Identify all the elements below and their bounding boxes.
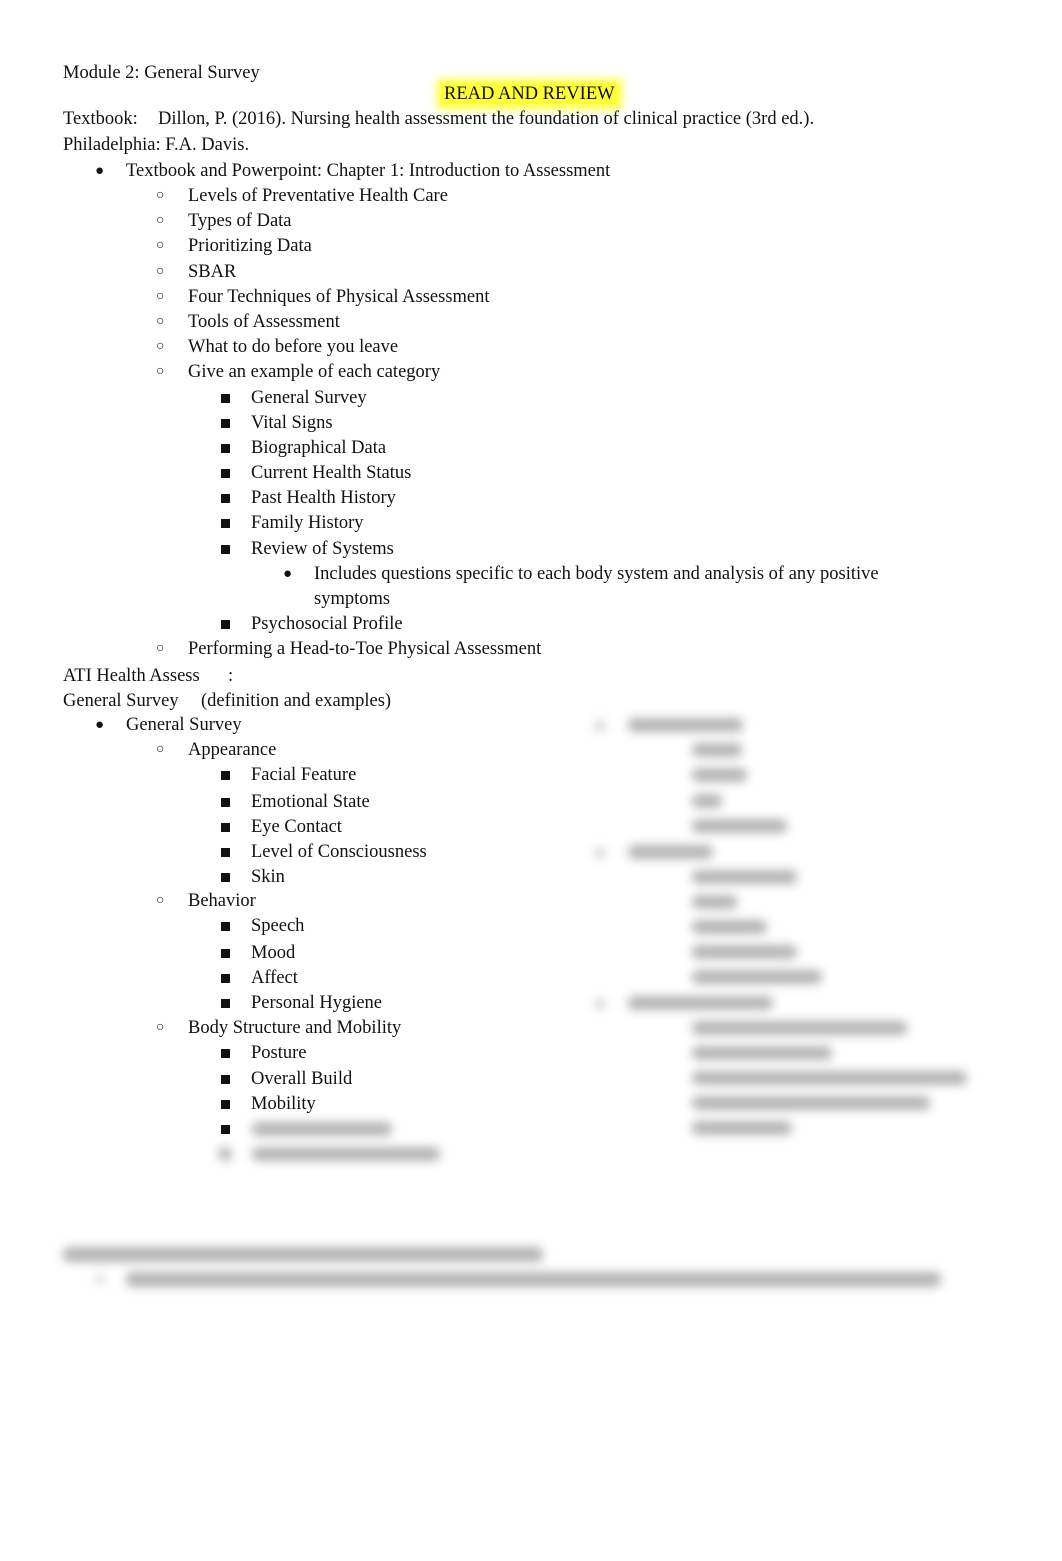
list-item: Levels of Preventative Health Care — [188, 186, 448, 206]
highlighted-text: READ AND REVIEW — [442, 84, 617, 104]
list-item: Mobility — [251, 1094, 316, 1114]
bullet-disc-icon: ● — [283, 566, 293, 582]
list-item: Level of Consciousness — [251, 842, 427, 862]
bullet-square-icon — [221, 840, 230, 864]
list-item: Biographical Data — [251, 438, 387, 458]
bullet-square-icon — [221, 1041, 230, 1065]
module-title: Module 2: General Survey — [63, 63, 260, 83]
bullet-square-icon — [221, 612, 230, 636]
bullet-square-icon — [221, 436, 230, 460]
bullet-square-icon — [221, 790, 230, 814]
bullet-square-icon — [221, 386, 230, 410]
list-item: Affect — [251, 968, 298, 988]
list-item: Eye Contact — [251, 817, 342, 837]
list-item: Psychosocial Profile — [251, 614, 403, 634]
list-item: Types of Data — [188, 211, 292, 231]
bullet-circle-icon: ○ — [156, 188, 165, 203]
textbook-publisher: Philadelphia: F.A. Davis. — [63, 135, 250, 155]
list-item: Tools of Assessment — [188, 312, 340, 332]
textbook-citation: Dillon, P. (2016). Nursing health assess… — [158, 109, 815, 129]
bullet-circle-icon: ○ — [156, 364, 165, 379]
bullet-square-icon — [221, 941, 230, 965]
bullet-disc-icon: ● — [95, 163, 105, 179]
list-item: Vital Signs — [251, 413, 333, 433]
bullet-square-icon — [221, 914, 230, 938]
bullet-circle-icon: ○ — [156, 238, 165, 253]
list-item: What to do before you leave — [188, 337, 399, 357]
behavior-label: Behavior — [188, 891, 256, 911]
bullet-square-icon — [221, 763, 230, 787]
general-survey-desc: (definition and examples) — [201, 691, 392, 711]
bullet-square-icon — [221, 511, 230, 535]
bullet-square-icon — [221, 461, 230, 485]
bullet-circle-icon: ○ — [156, 339, 165, 354]
list-item: Family History — [251, 513, 364, 533]
bullet-square-icon — [221, 1092, 230, 1116]
ati-label: ATI Health Assess — [63, 666, 200, 686]
body-structure-label: Body Structure and Mobility — [188, 1018, 402, 1038]
textbook-label: Textbook: — [63, 109, 138, 129]
ati-colon: : — [228, 666, 234, 686]
bullet-square-icon — [221, 411, 230, 435]
general-survey-label: General Survey — [63, 691, 179, 711]
review-of-systems-note-cont: symptoms — [314, 589, 391, 609]
bullet-circle-icon: ○ — [156, 641, 165, 656]
read-and-review-banner: READ AND REVIEW — [442, 82, 617, 106]
list-item: General Survey — [126, 715, 242, 735]
bullet-circle-icon: ○ — [156, 289, 165, 304]
list-item: Personal Hygiene — [251, 993, 383, 1013]
bullet-circle-icon: ○ — [156, 314, 165, 329]
bullet-square-icon — [221, 537, 230, 561]
bullet-square-icon — [221, 966, 230, 990]
bullet-square-icon — [221, 991, 230, 1015]
list-item: Mood — [251, 943, 296, 963]
bullet-square-icon — [221, 815, 230, 839]
list-item-chapter: Textbook and Powerpoint: Chapter 1: Intr… — [126, 161, 611, 181]
bullet-disc-icon: ● — [95, 717, 105, 733]
list-item: Facial Feature — [251, 765, 357, 785]
list-item: Prioritizing Data — [188, 236, 312, 256]
bullet-circle-icon: ○ — [156, 264, 165, 279]
list-item: SBAR — [188, 262, 237, 282]
list-item: Review of Systems — [251, 539, 394, 559]
list-item: Four Techniques of Physical Assessment — [188, 287, 490, 307]
bullet-circle-icon: ○ — [156, 213, 165, 228]
bullet-circle-icon: ○ — [156, 1020, 165, 1035]
list-item: Past Health History — [251, 488, 396, 508]
list-item: Performing a Head-to-Toe Physical Assess… — [188, 639, 542, 659]
bullet-circle-icon: ○ — [156, 742, 165, 757]
list-item: Skin — [251, 867, 285, 887]
list-item: Posture — [251, 1043, 307, 1063]
bullet-square-icon — [221, 1117, 230, 1141]
appearance-label: Appearance — [188, 740, 277, 760]
bullet-square-icon — [221, 1067, 230, 1091]
bullet-circle-icon: ○ — [156, 893, 165, 908]
list-item: Emotional State — [251, 792, 370, 812]
list-item: Overall Build — [251, 1069, 353, 1089]
list-item: Current Health Status — [251, 463, 412, 483]
bullet-square-icon — [221, 865, 230, 889]
bullet-square-icon — [221, 486, 230, 510]
review-of-systems-note: Includes questions specific to each body… — [314, 564, 879, 584]
list-item: Speech — [251, 916, 305, 936]
list-item: General Survey — [251, 388, 367, 408]
list-item: Give an example of each category — [188, 362, 441, 382]
